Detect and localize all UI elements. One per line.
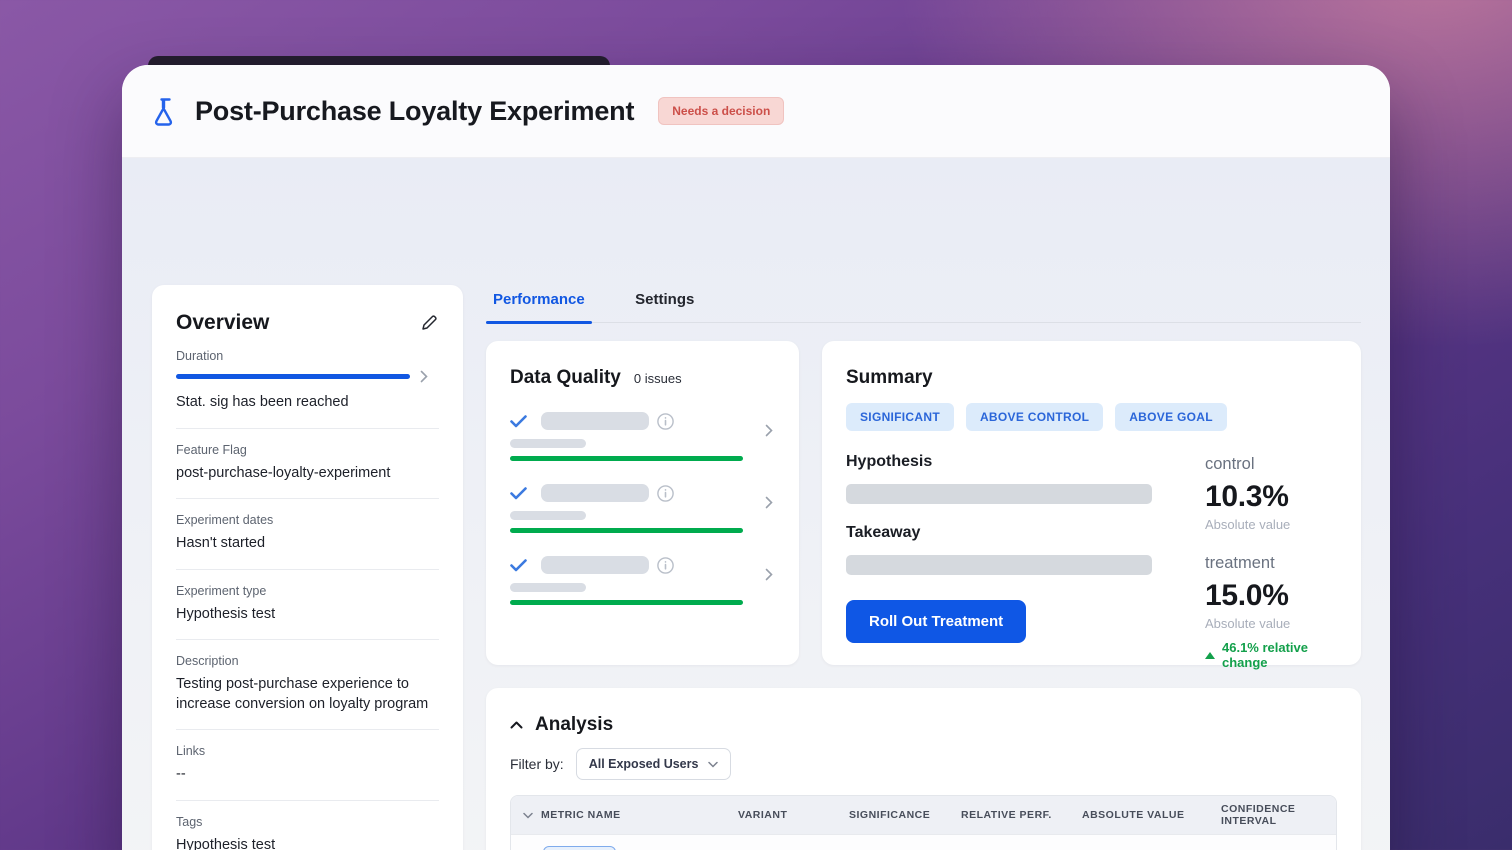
check-icon [510, 487, 527, 500]
field-value: Testing post-purchase experience to incr… [176, 675, 444, 714]
tags-label: Tags [176, 815, 439, 829]
check-icon [510, 559, 527, 572]
above-control-badge: ABOVE CONTROL [966, 403, 1103, 431]
field-label: Feature Flag [176, 443, 439, 457]
tab-bar: Performance Settings [486, 285, 1361, 323]
tab-performance[interactable]: Performance [486, 285, 592, 322]
duration-status: Stat. sig has been reached [176, 393, 439, 413]
control-block: control 10.3% Absolute value [1205, 455, 1337, 532]
skeleton-bar [541, 556, 649, 574]
edit-button[interactable] [419, 313, 439, 333]
hypothesis-skeleton [846, 484, 1152, 504]
field-label: Experiment dates [176, 513, 439, 527]
treatment-value: 15.0% [1205, 579, 1337, 613]
analysis-panel: Analysis Filter by: All Exposed Users ME… [486, 688, 1361, 850]
app-header: Post-Purchase Loyalty Experiment Needs a… [122, 65, 1390, 158]
treatment-block: treatment 15.0% Absolute value 46.1% rel… [1205, 554, 1337, 670]
experiment-dates-section: Experiment dates Hasn't started [176, 499, 439, 570]
duration-label: Duration [176, 349, 439, 363]
metrics-table: METRIC NAME VARIANT SIGNIFICANCE RELATIV… [510, 795, 1337, 850]
dropdown-value: All Exposed Users [589, 757, 699, 771]
experiment-type-section: Experiment type Hypothesis test [176, 570, 439, 641]
info-icon[interactable] [657, 557, 674, 574]
info-icon[interactable] [657, 485, 674, 502]
description-section: Description Testing post-purchase experi… [176, 640, 439, 730]
field-value: Hasn't started [176, 534, 439, 554]
col-confidence-interval: CONFIDENCE INTERVAL [1221, 803, 1336, 827]
control-label: control [1205, 455, 1337, 474]
check-icon [510, 415, 527, 428]
chevron-right-icon[interactable] [765, 568, 773, 581]
chevron-right-icon[interactable] [765, 424, 773, 437]
table-header-row: METRIC NAME VARIANT SIGNIFICANCE RELATIV… [511, 796, 1336, 834]
chevron-right-icon[interactable] [420, 370, 428, 383]
app-body: Overview Duration Stat. sig has been rea… [122, 158, 1390, 850]
data-quality-check-row[interactable] [510, 484, 775, 533]
takeaway-skeleton [846, 555, 1152, 575]
page-title: Post-Purchase Loyalty Experiment [195, 96, 634, 127]
arrow-up-icon [1205, 652, 1215, 659]
status-badge: Needs a decision [658, 97, 784, 125]
tags-value: Hypothesis test [176, 836, 439, 850]
col-variant: VARIANT [738, 809, 849, 821]
field-label: Description [176, 654, 439, 668]
treatment-caption: Absolute value [1205, 616, 1337, 631]
flask-icon [152, 96, 179, 126]
metric-group-row: Primary Loyalty sign ups [511, 834, 1336, 850]
summary-panel: Summary SIGNIFICANT ABOVE CONTROL ABOVE … [822, 341, 1361, 665]
col-significance: SIGNIFICANCE [849, 809, 961, 821]
skeleton-bar [541, 412, 649, 430]
col-metric-name: METRIC NAME [541, 809, 621, 821]
relative-change: 46.1% relative change [1222, 640, 1337, 670]
col-relative-perf: RELATIVE PERF. [961, 809, 1082, 821]
data-quality-panel: Data Quality 0 issues [486, 341, 799, 665]
chevron-down-icon [708, 761, 718, 768]
field-label: Experiment type [176, 584, 439, 598]
skeleton-bar [541, 484, 649, 502]
chevron-right-icon[interactable] [765, 496, 773, 509]
analysis-title: Analysis [535, 714, 613, 736]
duration-section: Duration Stat. sig has been reached [176, 335, 439, 429]
duration-progress-bar [176, 374, 410, 379]
pencil-icon [421, 315, 437, 331]
control-caption: Absolute value [1205, 517, 1337, 532]
tags-section: Tags Hypothesis test Growth Loyalty [176, 801, 439, 850]
overview-title: Overview [176, 311, 269, 335]
skeleton-bar-small [510, 511, 586, 520]
treatment-label: treatment [1205, 554, 1337, 573]
links-section: Links -- [176, 730, 439, 801]
chevron-down-icon[interactable] [523, 812, 533, 819]
col-absolute-value: ABSOLUTE VALUE [1082, 809, 1221, 821]
overview-panel: Overview Duration Stat. sig has been rea… [152, 285, 463, 850]
data-quality-check-row[interactable] [510, 412, 775, 461]
above-goal-badge: ABOVE GOAL [1115, 403, 1227, 431]
primary-badge: Primary [543, 846, 616, 850]
roll-out-treatment-button[interactable]: Roll Out Treatment [846, 600, 1026, 643]
data-quality-check-row[interactable] [510, 556, 775, 605]
skeleton-bar-small [510, 439, 586, 448]
issues-count: 0 issues [634, 371, 682, 386]
field-value: post-purchase-loyalty-experiment [176, 464, 439, 484]
significant-badge: SIGNIFICANT [846, 403, 954, 431]
field-value: Hypothesis test [176, 605, 439, 625]
field-label: Links [176, 744, 439, 758]
health-progress-bar [510, 456, 743, 461]
feature-flag-section: Feature Flag post-purchase-loyalty-exper… [176, 429, 439, 500]
chevron-up-icon [510, 721, 523, 729]
control-value: 10.3% [1205, 480, 1337, 514]
filter-by-label: Filter by: [510, 756, 564, 772]
experiment-window: Post-Purchase Loyalty Experiment Needs a… [122, 65, 1390, 850]
health-progress-bar [510, 600, 743, 605]
skeleton-bar-small [510, 583, 586, 592]
summary-title: Summary [846, 367, 1337, 389]
takeaway-label: Takeaway [846, 524, 1152, 542]
tab-settings[interactable]: Settings [628, 285, 701, 322]
analysis-collapse-toggle[interactable]: Analysis [510, 714, 1337, 736]
data-quality-title: Data Quality [510, 367, 621, 389]
hypothesis-label: Hypothesis [846, 453, 1152, 471]
info-icon[interactable] [657, 413, 674, 430]
field-value: -- [176, 765, 439, 785]
exposed-users-dropdown[interactable]: All Exposed Users [576, 748, 732, 780]
health-progress-bar [510, 528, 743, 533]
